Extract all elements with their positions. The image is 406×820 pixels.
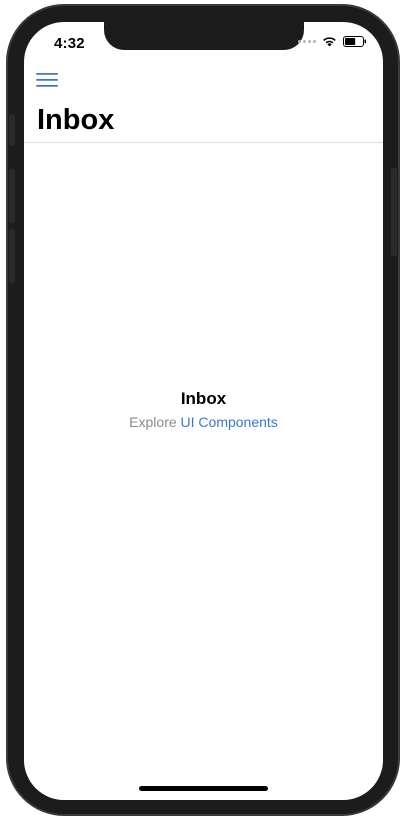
mute-switch (9, 114, 15, 146)
volume-down-button (9, 229, 15, 283)
nav-divider (24, 142, 383, 143)
notch (104, 22, 304, 50)
signal-icon (298, 40, 316, 43)
status-time: 4:32 (54, 35, 85, 52)
empty-state: Inbox Explore UI Components (24, 388, 383, 432)
empty-state-title: Inbox (180, 389, 227, 408)
empty-state-subtitle-prefix: Explore (129, 414, 181, 430)
volume-up-button (9, 169, 15, 223)
app-screen: 4:32 Inbox Inbox Explore UI Components (24, 22, 383, 800)
home-indicator[interactable] (139, 786, 268, 791)
status-bar-icons (298, 36, 367, 47)
power-button (391, 168, 397, 256)
page-title: Inbox (37, 104, 115, 136)
battery-icon (343, 36, 366, 47)
ui-components-link[interactable]: UI Components (181, 414, 278, 430)
hamburger-menu-icon[interactable] (36, 72, 58, 88)
empty-state-subtitle: Explore UI Components (24, 412, 383, 432)
wifi-icon (323, 37, 336, 47)
